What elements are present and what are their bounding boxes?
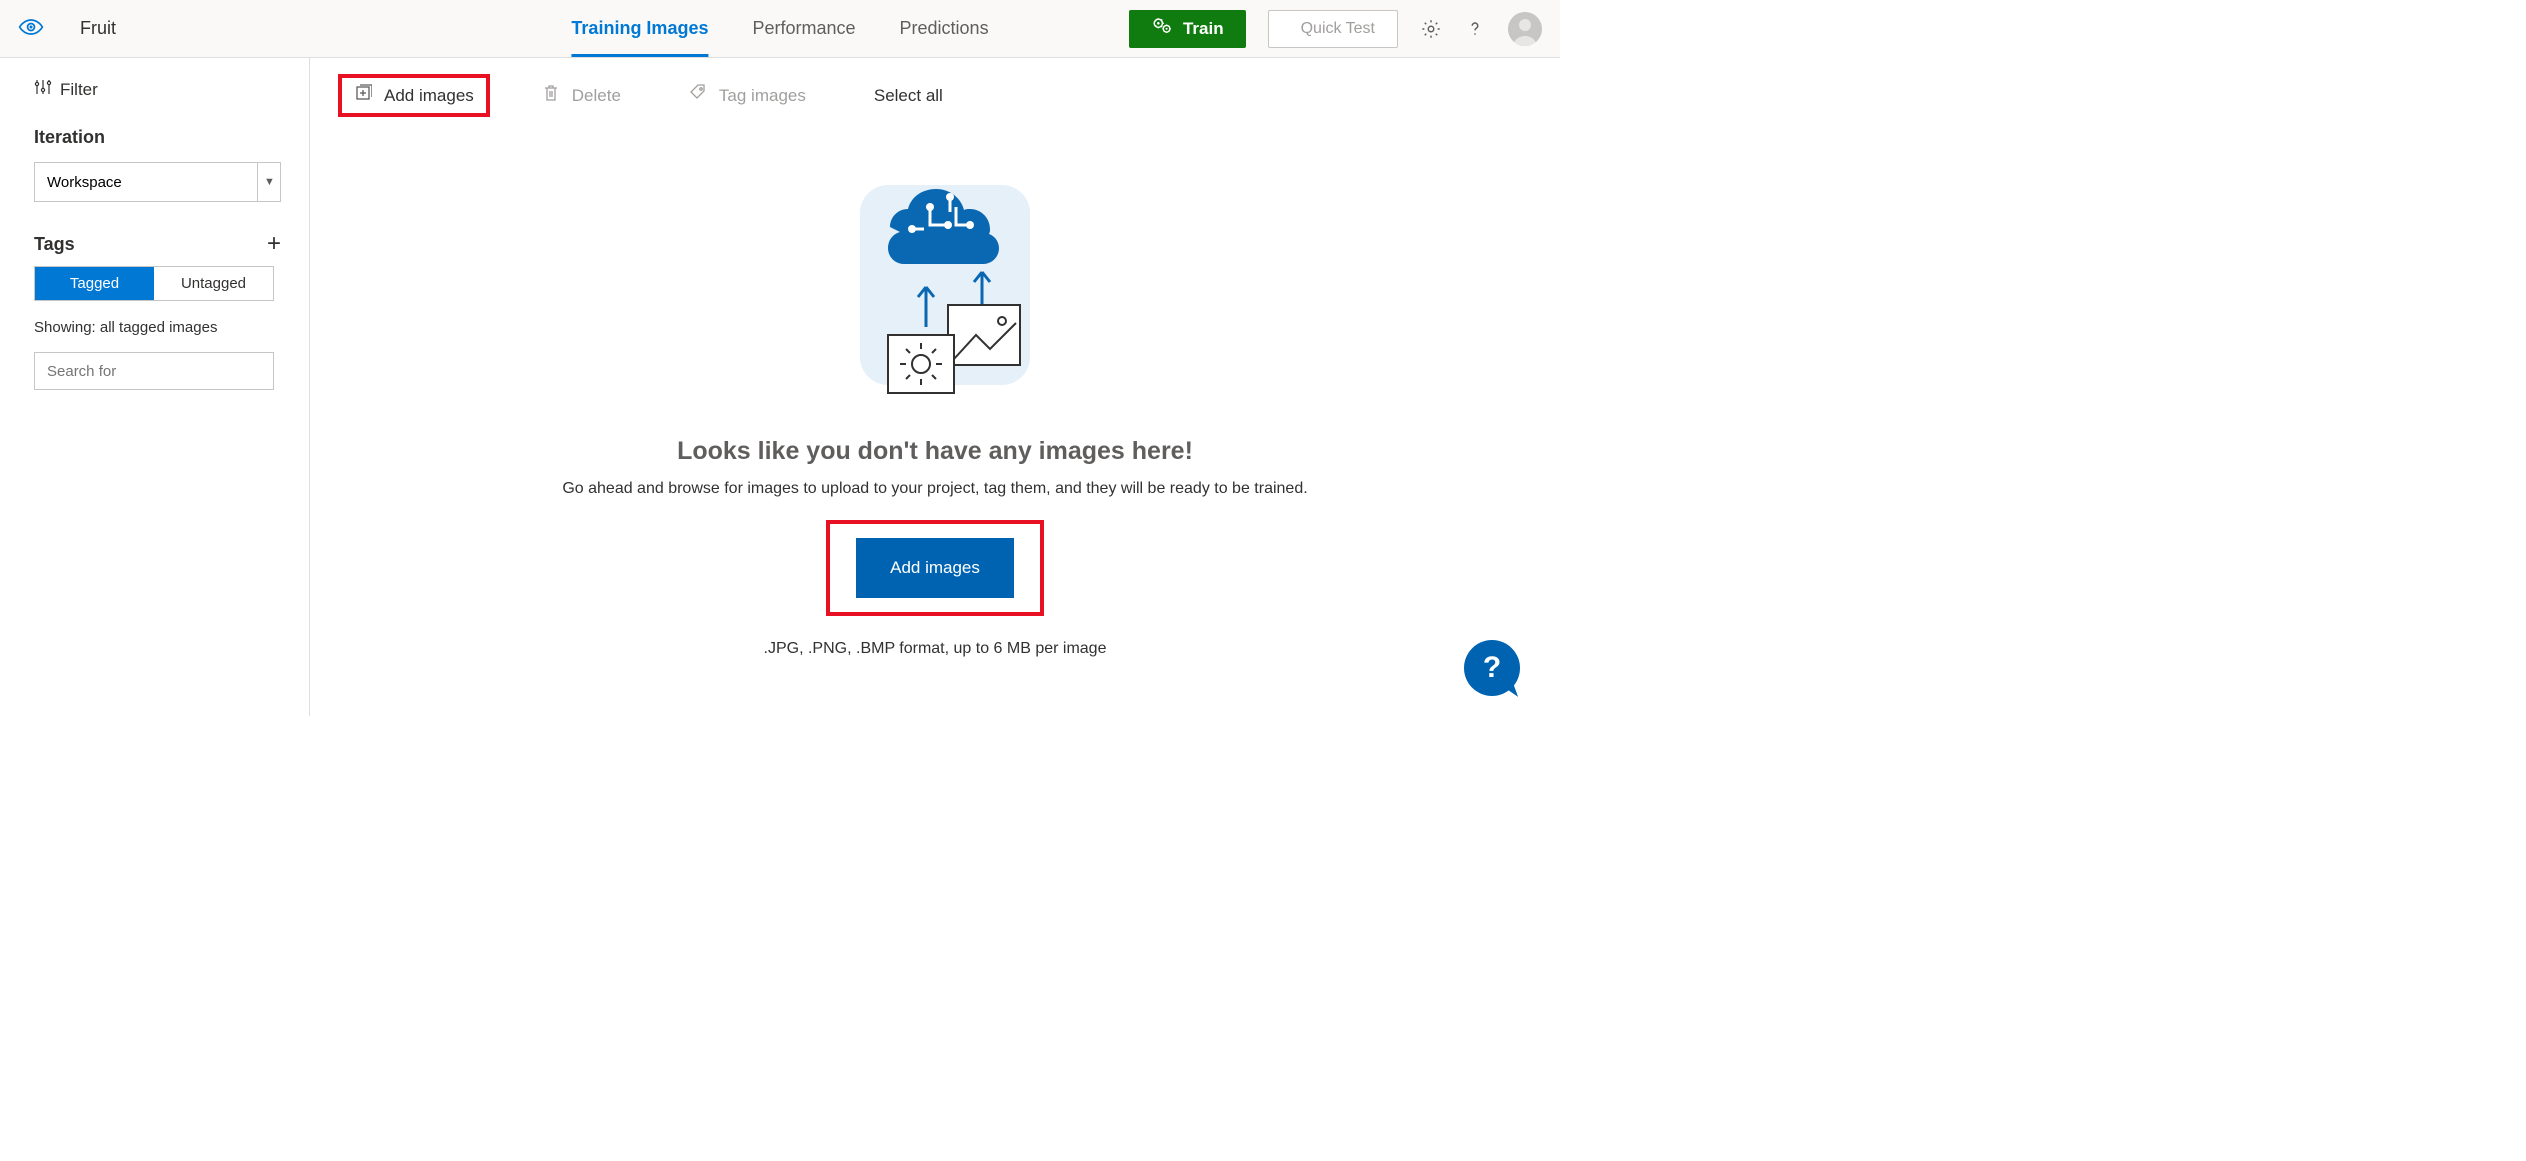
header-tabs: Training Images Performance Predictions: [571, 0, 988, 57]
empty-state: Looks like you don't have any images her…: [330, 177, 1540, 658]
trash-icon: [542, 84, 560, 107]
toolbar: Add images Delete Tag images: [330, 58, 1540, 127]
tag-toggle: Tagged Untagged: [34, 266, 274, 301]
tag-search-input[interactable]: [34, 352, 274, 390]
quick-test-button[interactable]: Quick Test: [1268, 10, 1398, 48]
user-avatar[interactable]: [1508, 12, 1542, 46]
tags-header: Tags +: [34, 232, 281, 256]
iteration-section-label: Iteration: [34, 127, 281, 148]
select-all-label: Select all: [874, 86, 943, 106]
train-button-label: Train: [1183, 19, 1224, 39]
tags-section-label: Tags: [34, 234, 75, 255]
gears-icon: [1151, 15, 1173, 42]
help-fab-button[interactable]: ?: [1464, 640, 1520, 696]
add-images-label: Add images: [384, 86, 474, 106]
add-tag-button[interactable]: +: [267, 232, 281, 256]
add-images-button[interactable]: Add images: [340, 76, 488, 115]
add-images-icon: [354, 84, 372, 107]
tab-training-images[interactable]: Training Images: [571, 0, 708, 57]
settings-icon[interactable]: [1420, 18, 1442, 40]
format-hint: .JPG, .PNG, .BMP format, up to 6 MB per …: [764, 640, 1107, 658]
empty-description: Go ahead and browse for images to upload…: [562, 480, 1307, 498]
header-right: Train Quick Test: [1129, 10, 1542, 48]
custom-vision-logo-icon: [18, 14, 44, 43]
body: Filter Iteration Workspace ▼ Tags + Tagg…: [0, 58, 1560, 716]
iteration-select-wrap: Workspace ▼: [34, 162, 281, 202]
tab-performance[interactable]: Performance: [752, 0, 855, 57]
tag-icon: [689, 84, 707, 107]
select-all-button[interactable]: Select all: [860, 78, 957, 114]
iteration-select[interactable]: Workspace: [34, 162, 281, 202]
tag-images-button[interactable]: Tag images: [675, 76, 820, 115]
tab-predictions[interactable]: Predictions: [900, 0, 989, 57]
quick-test-label: Quick Test: [1301, 20, 1375, 38]
train-button[interactable]: Train: [1129, 10, 1246, 48]
tag-images-label: Tag images: [719, 86, 806, 106]
add-images-cta-highlight: Add images: [828, 522, 1042, 614]
filter-label: Filter: [60, 80, 98, 100]
filter-icon: [34, 78, 52, 101]
help-icon[interactable]: [1464, 18, 1486, 40]
empty-title: Looks like you don't have any images her…: [677, 437, 1193, 466]
filter-button[interactable]: Filter: [34, 78, 281, 101]
showing-text: Showing: all tagged images: [34, 319, 281, 336]
tag-toggle-tagged[interactable]: Tagged: [35, 267, 154, 300]
delete-label: Delete: [572, 86, 621, 106]
delete-button[interactable]: Delete: [528, 76, 635, 115]
header-left: Fruit: [18, 14, 116, 43]
main-content: Add images Delete Tag images: [310, 58, 1560, 716]
project-name: Fruit: [80, 18, 116, 39]
tag-toggle-untagged[interactable]: Untagged: [154, 267, 273, 300]
add-images-cta-button[interactable]: Add images: [856, 538, 1014, 598]
header-bar: Fruit Training Images Performance Predic…: [0, 0, 1560, 58]
empty-illustration: [830, 177, 1040, 407]
sidebar: Filter Iteration Workspace ▼ Tags + Tagg…: [0, 58, 310, 716]
